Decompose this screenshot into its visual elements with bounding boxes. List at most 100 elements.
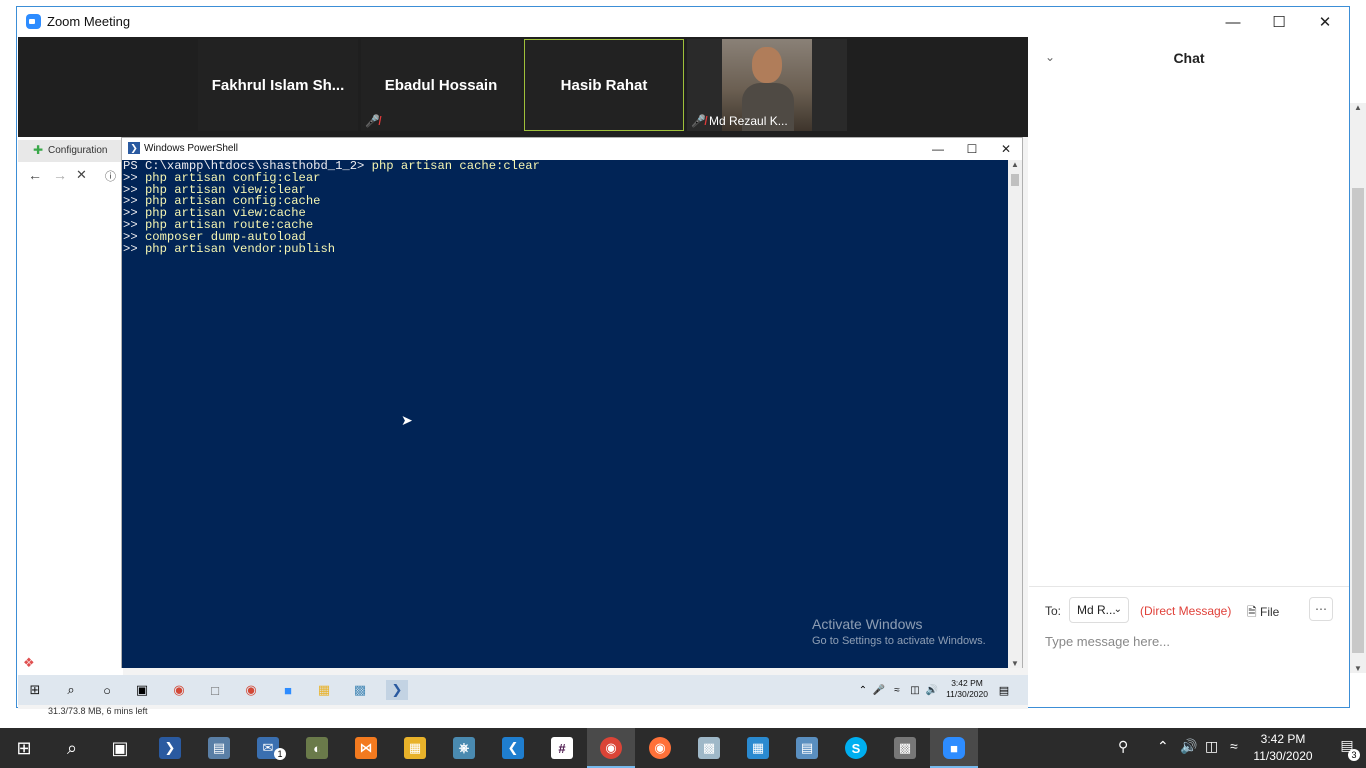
recipient-dropdown[interactable]: Md R... ⌄	[1069, 597, 1129, 623]
scroll-down-icon[interactable]: ▼	[1011, 659, 1019, 668]
chrome-icon[interactable]: ◉	[240, 680, 262, 700]
continuation-prefix: >>	[123, 241, 145, 256]
participant-name: Ebadul Hossain	[384, 76, 498, 94]
xampp-icon: ⋈	[355, 737, 377, 759]
powershell-icon: ❯	[159, 737, 181, 759]
chrome-icon[interactable]: ◉	[168, 680, 190, 700]
forward-icon[interactable]: →	[53, 167, 67, 183]
action-center-icon[interactable]: ▤	[993, 680, 1015, 700]
cortana-icon[interactable]: ○	[96, 680, 118, 700]
taskbar-app[interactable]: ▩	[685, 728, 733, 768]
close-button[interactable]: ✕	[1302, 7, 1348, 37]
more-options-button[interactable]: ⋯	[1309, 597, 1333, 621]
start-icon[interactable]: ⊞	[24, 680, 46, 700]
file-explorer-icon: ▦	[404, 737, 426, 759]
ps-scrollbar[interactable]: ▲ ▼	[1008, 160, 1022, 668]
taskbar-app[interactable]: ▩	[881, 728, 929, 768]
zoom-icon[interactable]: ■	[277, 680, 299, 700]
ps-minimize-button[interactable]: —	[921, 138, 955, 160]
taskbar-app[interactable]: ◐	[293, 728, 341, 768]
zoom-icon: ■	[943, 737, 965, 759]
clock-time: 3:42 PM	[1260, 732, 1306, 746]
taskbar-powershell[interactable]: ❯	[146, 728, 194, 768]
powershell-title: Windows PowerShell	[144, 143, 238, 154]
ps-scroll-thumb[interactable]	[1011, 174, 1019, 186]
taskbar-app[interactable]: ▤	[783, 728, 831, 768]
remote-desktop-icon: ▤	[208, 737, 230, 759]
taskbar-clock[interactable]: 3:42 PM 11/30/2020	[1248, 731, 1318, 765]
app-icon[interactable]: ▩	[349, 680, 371, 700]
to-label: To:	[1045, 604, 1062, 618]
file-explorer-icon[interactable]: ▦	[313, 680, 335, 700]
ps-close-button[interactable]: ✕	[989, 138, 1023, 160]
taskbar-network[interactable]: ⎈	[440, 728, 488, 768]
stop-icon[interactable]: ✕	[76, 167, 87, 183]
participant-tile[interactable]: Fakhrul Islam Sh...	[198, 39, 358, 131]
taskbar-slack[interactable]: #	[538, 728, 586, 768]
powershell-icon[interactable]: ❯	[386, 680, 408, 700]
console-command: php artisan vendor:publish	[144, 241, 336, 256]
participant-tile-video[interactable]: 🎤̸ Md Rezaul K...	[687, 39, 847, 131]
powershell-console[interactable]: PS C:\xampp\htdocs\shasthobd_1_2> php ar…	[122, 160, 1009, 668]
wifi-icon[interactable]: ≈	[1230, 738, 1238, 754]
scroll-thumb[interactable]	[1352, 188, 1364, 653]
scroll-up-icon[interactable]: ▲	[1011, 160, 1019, 169]
notepad-icon[interactable]: □	[204, 680, 226, 700]
direct-message-label: (Direct Message)	[1140, 604, 1232, 618]
scroll-up-icon[interactable]: ▲	[1354, 103, 1362, 112]
taskbar-zoom[interactable]: ■	[930, 728, 978, 768]
search-icon[interactable]: ⌕	[60, 680, 82, 700]
taskbar-skype[interactable]: S	[832, 728, 880, 768]
battery-icon[interactable]: ◫	[1205, 738, 1218, 755]
participant-name: Fakhrul Islam Sh...	[211, 76, 345, 94]
file-button[interactable]: 🗎 File	[1247, 603, 1279, 624]
chat-title: Chat	[1173, 50, 1205, 66]
watermark-title: Activate Windows	[812, 616, 923, 632]
participant-name: Hasib Rahat	[560, 76, 648, 94]
mail-badge: 1	[274, 748, 286, 760]
mouse-cursor-icon: ➤	[401, 412, 413, 428]
vscode-icon: ❮	[502, 737, 524, 759]
notifications-button[interactable]: ▤ 3	[1334, 737, 1360, 761]
task-view-button[interactable]: ▣	[96, 728, 144, 768]
download-status: 31.3/73.8 MB, 6 mins left	[48, 706, 148, 716]
tray-chevron-icon[interactable]: ⌃	[1157, 738, 1169, 755]
taskbar-app[interactable]: ▦	[734, 728, 782, 768]
taskbar-chrome[interactable]: ◉	[587, 728, 635, 768]
people-icon[interactable]: ⚲	[1118, 738, 1128, 755]
minimize-button[interactable]: —	[1210, 7, 1256, 37]
start-button[interactable]: ⊞	[0, 728, 48, 768]
window-scrollbar[interactable]: ▲ ▼	[1350, 103, 1366, 673]
app-icon: ▤	[796, 737, 818, 759]
scroll-down-icon[interactable]: ▼	[1354, 664, 1362, 673]
ps-maximize-button[interactable]: ☐	[955, 138, 989, 160]
inner-clock[interactable]: 3:42 PM 11/30/2020	[946, 678, 988, 700]
file-label: File	[1260, 605, 1280, 619]
taskbar-xampp[interactable]: ⋈	[342, 728, 390, 768]
taskbar-vscode[interactable]: ❮	[489, 728, 537, 768]
task-view-icon[interactable]: ▣	[131, 680, 153, 700]
taskbar-mail[interactable]: ✉ 1	[244, 728, 292, 768]
maximize-button[interactable]: ☐	[1256, 7, 1302, 37]
zoom-titlebar: Zoom Meeting — ☐ ✕	[17, 7, 1349, 37]
participant-tile[interactable]: Ebadul Hossain 🎤̸	[361, 39, 521, 131]
info-icon[interactable]: ⓘ	[105, 168, 116, 184]
search-icon: ⌕	[66, 737, 78, 758]
volume-icon[interactable]: 🔊	[1180, 738, 1197, 755]
participant-tile-active-speaker[interactable]: Hasib Rahat	[524, 39, 684, 131]
powershell-window: ❯ Windows PowerShell — ☐ ✕ PS C:\xampp\h…	[121, 137, 1023, 668]
windows-logo-icon: ⊞	[16, 737, 32, 758]
taskbar-firefox[interactable]: ◉	[636, 728, 684, 768]
taskbar-remote-desktop[interactable]: ▤	[195, 728, 243, 768]
back-icon[interactable]: ←	[28, 167, 42, 183]
chat-message-input[interactable]	[1045, 631, 1335, 651]
chrome-icon: ◉	[600, 737, 622, 759]
browser-tab[interactable]: ✚ Configuration	[18, 140, 123, 162]
search-button[interactable]: ⌕	[48, 728, 96, 768]
laravel-icon: ❖	[23, 655, 35, 670]
volume-icon[interactable]: 🔊	[921, 680, 943, 700]
taskbar-file-explorer[interactable]: ▦	[391, 728, 439, 768]
recipient-value: Md R...	[1077, 603, 1116, 617]
background-browser-window: ✚ Configuration ← → ✕ ⓘ ❖	[18, 137, 123, 679]
plus-icon: ✚	[33, 143, 44, 157]
